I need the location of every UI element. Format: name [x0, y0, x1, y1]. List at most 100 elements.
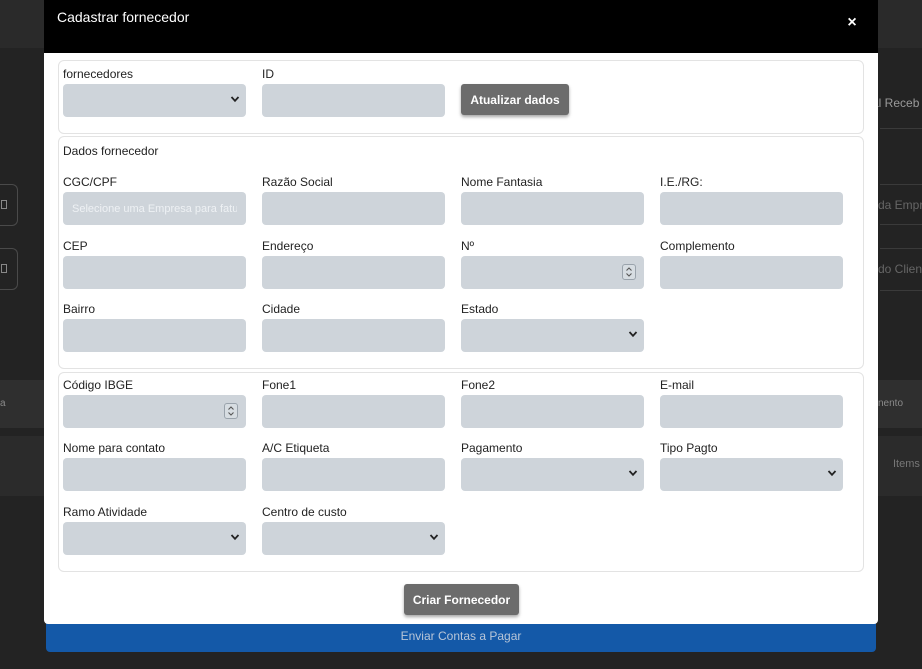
etiqueta-input-wrap	[262, 458, 445, 491]
ie-rg-field: I.E./RG:	[660, 174, 843, 225]
fornecedores-label: fornecedores	[63, 67, 134, 81]
cgc-label: CGC/CPF	[63, 175, 117, 189]
nome-contato-input[interactable]	[63, 458, 246, 491]
send-accounts-payable-label: Enviar Contas a Pagar	[400, 629, 522, 643]
background-row-text: a	[0, 398, 6, 409]
endereco-label: Endereço	[262, 239, 314, 253]
close-icon[interactable]: ×	[844, 14, 860, 32]
etiqueta-field: A/C Etiqueta	[262, 440, 445, 491]
numero-input[interactable]	[461, 256, 644, 289]
pagamento-field: Pagamento	[461, 440, 644, 491]
background-divider	[880, 184, 922, 185]
razao-social-label: Razão Social	[262, 175, 333, 189]
email-input[interactable]	[660, 395, 843, 428]
pagamento-label: Pagamento	[461, 441, 523, 455]
nome-contato-field: Nome para contato	[63, 440, 246, 491]
background-divider	[880, 290, 922, 291]
ramo-atividade-select[interactable]	[63, 522, 246, 555]
fone2-field: Fone2	[461, 377, 644, 428]
ibge-field: Código IBGE	[63, 377, 246, 428]
ibge-label: Código IBGE	[63, 378, 134, 392]
cep-input-wrap	[63, 256, 246, 289]
etiqueta-label: A/C Etiqueta	[262, 441, 330, 455]
fone1-input[interactable]	[262, 395, 445, 428]
cep-label: CEP	[63, 239, 88, 253]
cgc-field: CGC/CPF	[63, 174, 246, 225]
fornecedores-field: fornecedores	[63, 66, 246, 117]
ibge-input[interactable]	[63, 395, 246, 428]
estado-select[interactable]	[461, 319, 644, 352]
tipo-pagto-label: Tipo Pagto	[660, 441, 718, 455]
complemento-input[interactable]	[660, 256, 843, 289]
id-label: ID	[262, 67, 274, 81]
id-field: ID	[262, 66, 445, 117]
fone2-input-wrap	[461, 395, 644, 428]
cgc-input-wrap	[63, 192, 246, 225]
tipo-pagto-field: Tipo Pagto	[660, 440, 843, 491]
background-divider	[880, 128, 922, 129]
estado-label: Estado	[461, 302, 499, 316]
supplier-data-card: Dados fornecedor CGC/CPF Razão Social No…	[58, 136, 864, 369]
fornecedores-select[interactable]	[63, 84, 246, 117]
supplier-select-card: fornecedores ID Atualizar dados	[58, 60, 864, 134]
fone1-field: Fone1	[262, 377, 445, 428]
cidade-input-wrap	[262, 319, 445, 352]
chevron-down-icon	[428, 530, 440, 544]
razao-social-input[interactable]	[262, 192, 445, 225]
ie-rg-label: I.E./RG:	[660, 175, 703, 189]
background-input-text: da Empr	[878, 198, 922, 212]
ramo-atividade-label: Ramo Atividade	[63, 505, 148, 519]
centro-custo-label: Centro de custo	[262, 505, 347, 519]
centro-custo-field: Centro de custo	[262, 504, 445, 555]
razao-social-input-wrap	[262, 192, 445, 225]
background-divider	[880, 248, 922, 249]
update-data-button[interactable]: Atualizar dados	[461, 84, 569, 115]
spinner-icon[interactable]	[224, 403, 238, 419]
razao-social-field: Razão Social	[262, 174, 445, 225]
endereco-field: Endereço	[262, 238, 445, 289]
background-items-text: Items	[893, 458, 920, 470]
id-input[interactable]	[262, 84, 445, 117]
chevron-down-icon	[229, 92, 241, 106]
create-supplier-button[interactable]: Criar Fornecedor	[404, 584, 519, 615]
nome-contato-input-wrap	[63, 458, 246, 491]
cgc-input[interactable]	[63, 192, 246, 225]
fone1-label: Fone1	[262, 378, 297, 392]
pagamento-select[interactable]	[461, 458, 644, 491]
background-divider	[880, 224, 922, 225]
email-input-wrap	[660, 395, 843, 428]
nome-fantasia-label: Nome Fantasia	[461, 175, 543, 189]
ie-rg-input[interactable]	[660, 192, 843, 225]
chevron-down-icon	[627, 327, 639, 341]
send-accounts-payable-button[interactable]: Enviar Contas a Pagar	[46, 620, 876, 652]
bairro-label: Bairro	[63, 302, 96, 316]
endereco-input[interactable]	[262, 256, 445, 289]
background-calendar-icon	[0, 248, 18, 290]
complemento-label: Complemento	[660, 239, 735, 253]
endereco-input-wrap	[262, 256, 445, 289]
bairro-input[interactable]	[63, 319, 246, 352]
email-label: E-mail	[660, 378, 695, 392]
background-row-text: nento	[878, 398, 904, 409]
nome-fantasia-input-wrap	[461, 192, 644, 225]
nome-fantasia-field: Nome Fantasia	[461, 174, 644, 225]
fone1-input-wrap	[262, 395, 445, 428]
cidade-input[interactable]	[262, 319, 445, 352]
tipo-pagto-select[interactable]	[660, 458, 843, 491]
id-input-wrap	[262, 84, 445, 117]
fone2-label: Fone2	[461, 378, 496, 392]
estado-field: Estado	[461, 301, 644, 352]
fone2-input[interactable]	[461, 395, 644, 428]
email-field: E-mail	[660, 377, 843, 428]
nome-fantasia-input[interactable]	[461, 192, 644, 225]
numero-label: Nº	[461, 239, 475, 253]
cep-input[interactable]	[63, 256, 246, 289]
supplier-data-title: Dados fornecedor	[63, 144, 159, 158]
nome-contato-label: Nome para contato	[63, 441, 166, 455]
etiqueta-input[interactable]	[262, 458, 445, 491]
spinner-icon[interactable]	[622, 264, 636, 280]
background-header-text: al Receb	[872, 96, 920, 110]
chevron-down-icon	[627, 466, 639, 480]
supplier-contact-card: Código IBGE Fone1 Fone2 E-mail Nome para…	[58, 372, 864, 572]
centro-custo-select[interactable]	[262, 522, 445, 555]
